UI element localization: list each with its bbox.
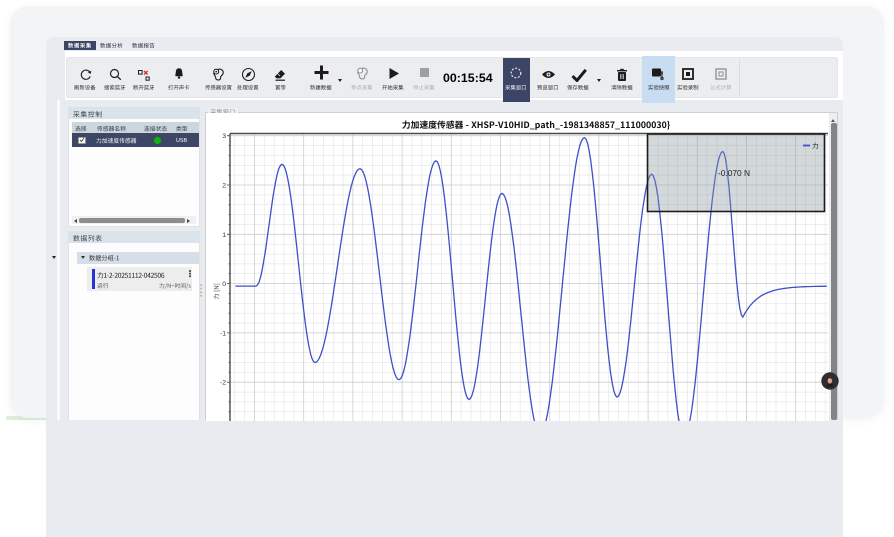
svg-text:-2: -2 [220, 379, 226, 386]
svg-text:2: 2 [222, 182, 226, 189]
svg-text:1: 1 [222, 231, 226, 238]
svg-text:-1: -1 [220, 330, 226, 337]
svg-text:0: 0 [222, 281, 226, 288]
svg-text:3: 3 [222, 133, 226, 140]
svg-text:-0.070 N: -0.070 N [718, 168, 750, 178]
